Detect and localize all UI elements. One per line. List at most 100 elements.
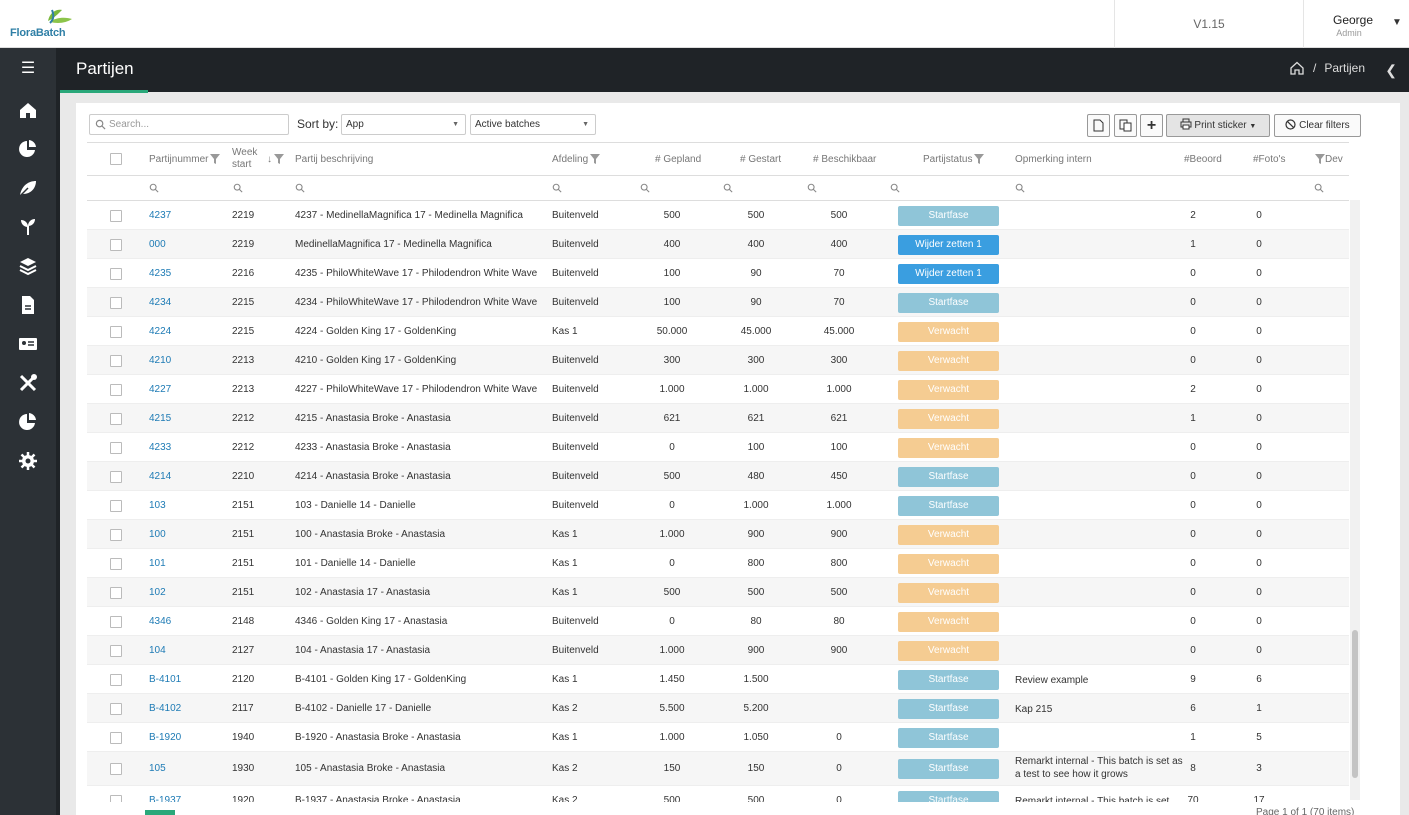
row-checkbox[interactable] [110, 732, 122, 744]
filter-icon[interactable] [274, 154, 284, 165]
batch-number-link[interactable]: B-1937 [149, 795, 181, 802]
filter-icon[interactable] [590, 154, 601, 165]
row-checkbox[interactable] [110, 703, 122, 715]
row-checkbox[interactable] [110, 471, 122, 483]
table-row[interactable]: 000 2219 MedinellaMagnifica 17 - Medinella… [87, 230, 1349, 259]
search-icon[interactable] [149, 183, 159, 193]
table-row[interactable]: 105 1930 105 - Anastasia Broke - Anastasia… [87, 752, 1349, 786]
table-row[interactable]: B-1937 1920 B-1937 - Anastasia Broke - Ana… [87, 786, 1349, 802]
menu-icon[interactable]: ☰ [18, 61, 38, 77]
table-row[interactable]: 4214 2210 4214 - Anastasia Broke - Anastas… [87, 462, 1349, 491]
id-card-icon[interactable] [16, 332, 40, 356]
search-icon[interactable] [233, 183, 243, 193]
table-row[interactable]: 101 2151 101 - Danielle 14 - Danielle Kas 1… [87, 549, 1349, 578]
filter-icon[interactable] [210, 154, 221, 165]
batch-number-link[interactable]: B-1920 [149, 732, 181, 743]
florabatch-logo[interactable]: FloraBatch [10, 7, 80, 41]
print-sticker-button[interactable]: Print sticker ▼ [1166, 114, 1270, 137]
batch-number-link[interactable]: 103 [149, 500, 166, 511]
table-scrollbar[interactable] [1350, 200, 1360, 800]
row-checkbox[interactable] [110, 763, 122, 775]
col-beoord[interactable]: #Beoord [1184, 143, 1222, 176]
table-row[interactable]: 100 2151 100 - Anastasia Broke - Anastasia… [87, 520, 1349, 549]
table-row[interactable]: 103 2151 103 - Danielle 14 - Danielle Buite… [87, 491, 1349, 520]
batch-number-link[interactable]: 4210 [149, 355, 171, 366]
leaf-icon[interactable] [16, 176, 40, 200]
col-fotos[interactable]: #Foto's [1253, 143, 1285, 176]
batch-number-link[interactable]: 4224 [149, 326, 171, 337]
filter-icon[interactable] [974, 154, 985, 165]
search-icon[interactable] [295, 183, 305, 193]
table-row[interactable]: B-4101 2120 B-4101 - Golden King 17 - Gold… [87, 665, 1349, 694]
batch-number-link[interactable]: 4215 [149, 413, 171, 424]
batch-number-link[interactable]: 4233 [149, 442, 171, 453]
search-input[interactable]: Search... [89, 114, 289, 135]
row-checkbox[interactable] [110, 355, 122, 367]
col-partijnummer[interactable]: Partijnummer [149, 143, 221, 176]
batch-number-link[interactable]: 105 [149, 763, 166, 774]
batch-number-link[interactable]: B-4102 [149, 703, 181, 714]
user-menu[interactable]: George Admin ▼ [1320, 13, 1402, 38]
clear-filters-button[interactable]: Clear filters [1274, 114, 1361, 137]
table-row[interactable]: 4237 2219 4237 - MedinellaMagnifica 17 - M… [87, 201, 1349, 230]
batch-number-link[interactable]: 104 [149, 645, 166, 656]
row-checkbox[interactable] [110, 239, 122, 251]
export-pdf-button[interactable] [1087, 114, 1110, 137]
batch-filter-select[interactable]: Active batches ▼ [470, 114, 596, 135]
home-icon[interactable] [16, 98, 40, 122]
col-beschrijving[interactable]: Partij beschrijving [295, 143, 373, 176]
table-row[interactable]: B-1920 1940 B-1920 - Anastasia Broke - Ana… [87, 723, 1349, 752]
row-checkbox[interactable] [110, 587, 122, 599]
search-icon[interactable] [723, 183, 733, 193]
select-all-checkbox[interactable] [110, 153, 122, 165]
batch-number-link[interactable]: 000 [149, 239, 166, 250]
search-icon[interactable] [1015, 183, 1025, 193]
reports-pie-icon[interactable] [16, 410, 40, 434]
home-icon[interactable] [1289, 60, 1305, 76]
table-row[interactable]: 4224 2215 4224 - Golden King 17 - GoldenKi… [87, 317, 1349, 346]
row-checkbox[interactable] [110, 413, 122, 425]
batch-number-link[interactable]: 4346 [149, 616, 171, 627]
batch-number-link[interactable]: 4235 [149, 268, 171, 279]
document-icon[interactable] [16, 293, 40, 317]
tools-icon[interactable] [16, 371, 40, 395]
col-afdeling[interactable]: Afdeling [552, 143, 601, 176]
row-checkbox[interactable] [110, 529, 122, 541]
batch-number-link[interactable]: 102 [149, 587, 166, 598]
search-icon[interactable] [552, 183, 562, 193]
row-checkbox[interactable] [110, 795, 122, 802]
search-icon[interactable] [1314, 183, 1324, 193]
table-row[interactable]: 104 2127 104 - Anastasia 17 - Anastasia Bui… [87, 636, 1349, 665]
add-batch-button[interactable]: + [1140, 114, 1163, 137]
row-checkbox[interactable] [110, 268, 122, 280]
batch-number-link[interactable]: 101 [149, 558, 166, 569]
row-checkbox[interactable] [110, 558, 122, 570]
col-gestart[interactable]: # Gestart [740, 143, 781, 176]
search-icon[interactable] [807, 183, 817, 193]
row-checkbox[interactable] [110, 645, 122, 657]
table-row[interactable]: 4234 2215 4234 - PhiloWhiteWave 17 - Philo… [87, 288, 1349, 317]
row-checkbox[interactable] [110, 616, 122, 628]
pie-chart-icon[interactable] [16, 137, 40, 161]
col-week-start[interactable]: Week start [232, 143, 257, 176]
table-row[interactable]: 4233 2212 4233 - Anastasia Broke - Anastas… [87, 433, 1349, 462]
filter-icon[interactable] [1315, 154, 1325, 165]
row-checkbox[interactable] [110, 384, 122, 396]
table-row[interactable]: 4227 2213 4227 - PhiloWhiteWave 17 - Philo… [87, 375, 1349, 404]
export-excel-button[interactable] [1114, 114, 1137, 137]
table-row[interactable]: 4346 2148 4346 - Golden King 17 - Anastasi… [87, 607, 1349, 636]
row-checkbox[interactable] [110, 326, 122, 338]
sort-select[interactable]: App ▼ [341, 114, 466, 135]
search-icon[interactable] [890, 183, 900, 193]
row-checkbox[interactable] [110, 442, 122, 454]
batch-number-link[interactable]: 100 [149, 529, 166, 540]
row-checkbox[interactable] [110, 297, 122, 309]
table-row[interactable]: 4215 2212 4215 - Anastasia Broke - Anastas… [87, 404, 1349, 433]
col-beschikbaar[interactable]: # Beschikbaar [813, 143, 876, 176]
sort-desc-icon[interactable]: ↓ [267, 143, 284, 176]
row-checkbox[interactable] [110, 500, 122, 512]
batch-number-link[interactable]: 4234 [149, 297, 171, 308]
layers-icon[interactable] [16, 254, 40, 278]
batch-number-link[interactable]: 4237 [149, 210, 171, 221]
table-row[interactable]: 4210 2213 4210 - Golden King 17 - GoldenKi… [87, 346, 1349, 375]
